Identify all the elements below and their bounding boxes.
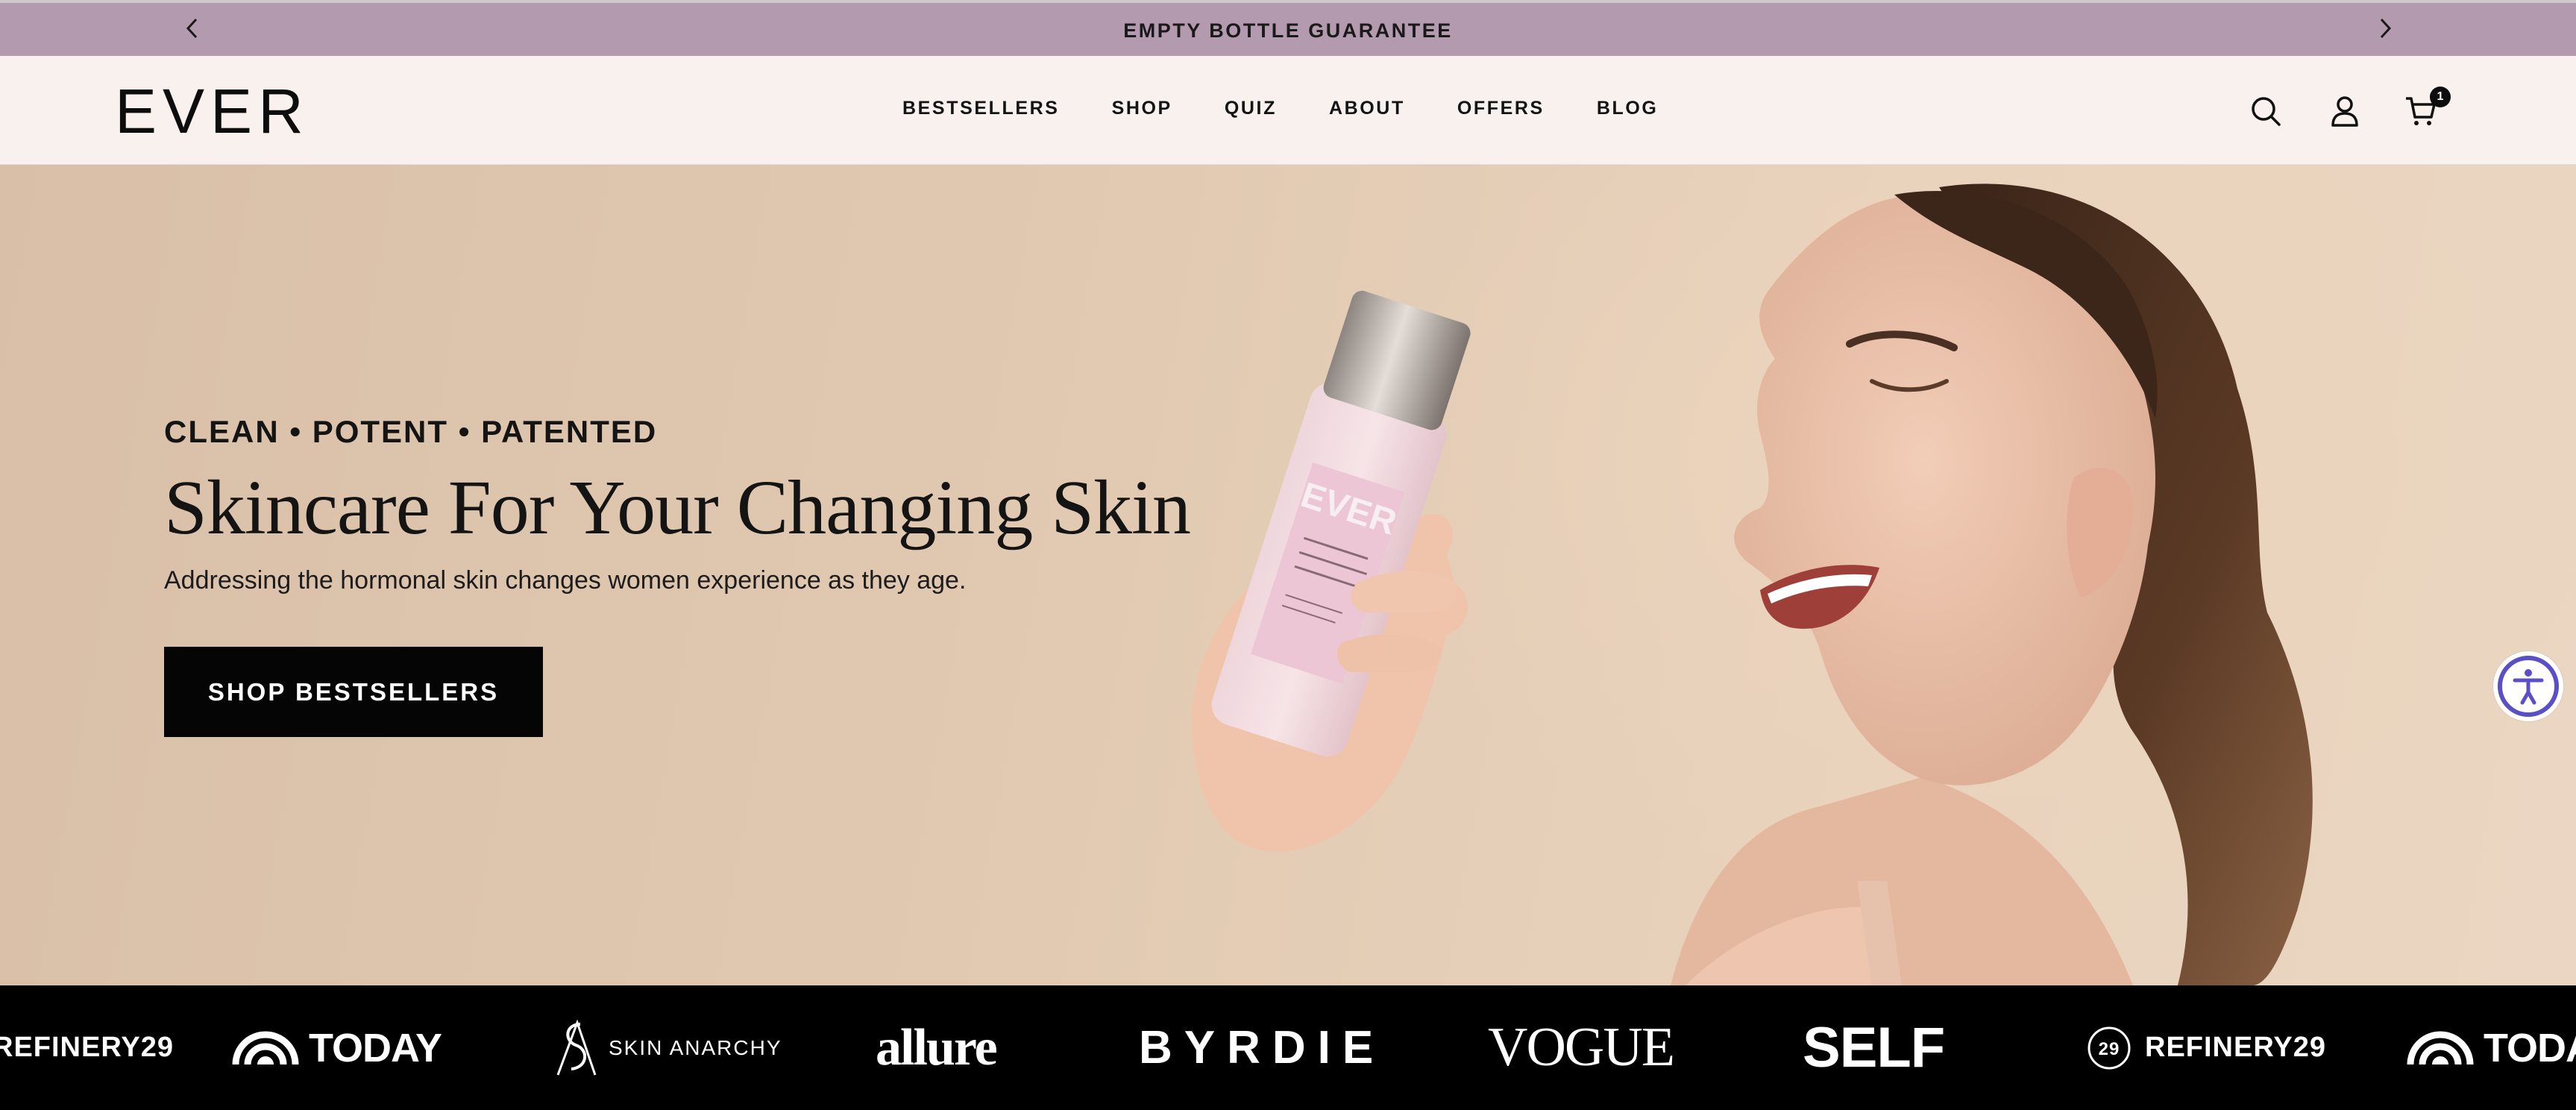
press-logo-refinery29: REFINERY29 [0,1032,174,1063]
press-logo-skin-anarchy-text: SKIN ANARCHY [609,1035,782,1059]
svg-text:29: 29 [2099,1039,2120,1059]
press-logo-self: SELF [1803,1016,1945,1079]
accessibility-button[interactable] [2493,651,2563,721]
rainbow-icon [2407,1031,2474,1064]
announcement-bar: EMPTY BOTTLE GUARANTEE [0,0,2576,56]
press-logo-refinery29-2: 29 REFINERY29 [2087,985,2326,1110]
press-logo-byrdie: BYRDIE [1139,1022,1386,1073]
site-header: EVER BESTSELLERS SHOP QUIZ ABOUT OFFERS … [0,56,2576,165]
search-button[interactable] [2245,89,2287,134]
nav-item-blog[interactable]: BLOG [1597,98,1659,119]
account-button[interactable] [2324,89,2366,134]
press-logo-refinery29-2-text: REFINERY29 [2145,1032,2326,1063]
nav-item-about[interactable]: ABOUT [1329,98,1405,119]
press-logo-today-2-text: TODAY [2484,1025,2576,1070]
chevron-right-icon [2380,18,2392,39]
search-icon [2252,97,2281,126]
account-icon [2331,96,2358,127]
hero-subtext: Addressing the hormonal skin changes wom… [164,566,967,595]
main-nav: BESTSELLERS SHOP QUIZ ABOUT OFFERS BLOG [902,98,1658,119]
accessibility-icon [2498,656,2559,717]
press-logo-today: TODAY [231,985,442,1110]
nav-item-shop[interactable]: SHOP [1112,98,1172,119]
shop-bestsellers-button[interactable]: SHOP BESTSELLERS [164,647,543,737]
nav-item-offers[interactable]: OFFERS [1457,98,1545,119]
press-logo-today-2: TODAY [2406,985,2576,1110]
press-logo-today-text: TODAY [309,1025,442,1070]
press-logo-vogue: VOGUE [1488,1017,1675,1078]
hero-image: EVER [1192,184,2313,985]
announcement-message[interactable]: EMPTY BOTTLE GUARANTEE [0,19,2576,43]
press-logo-skin-anarchy: SKIN ANARCHY [550,985,782,1110]
announcement-next-button[interactable] [2370,13,2400,43]
nav-item-quiz[interactable]: QUIZ [1225,98,1277,119]
nav-item-bestsellers[interactable]: BESTSELLERS [902,98,1060,119]
rainbow-icon [232,1031,299,1064]
hero-banner: CLEAN • POTENT • PATENTED Skincare For Y… [0,165,2576,985]
press-logo-allure: allure [876,1018,998,1076]
refinery29-badge-icon: 29 [2087,1026,2131,1069]
hero-tagline: CLEAN • POTENT • PATENTED [164,414,658,449]
hero-headline: Skincare For Your Changing Skin [164,465,1191,551]
brand-logo[interactable]: EVER [115,80,310,142]
cart-count-badge: 1 [2430,87,2451,107]
press-logo-strip: REFINERY29 TODAY SKIN ANARCHY allure BYR… [0,985,2576,1110]
skin-anarchy-monogram-icon [556,1019,597,1076]
